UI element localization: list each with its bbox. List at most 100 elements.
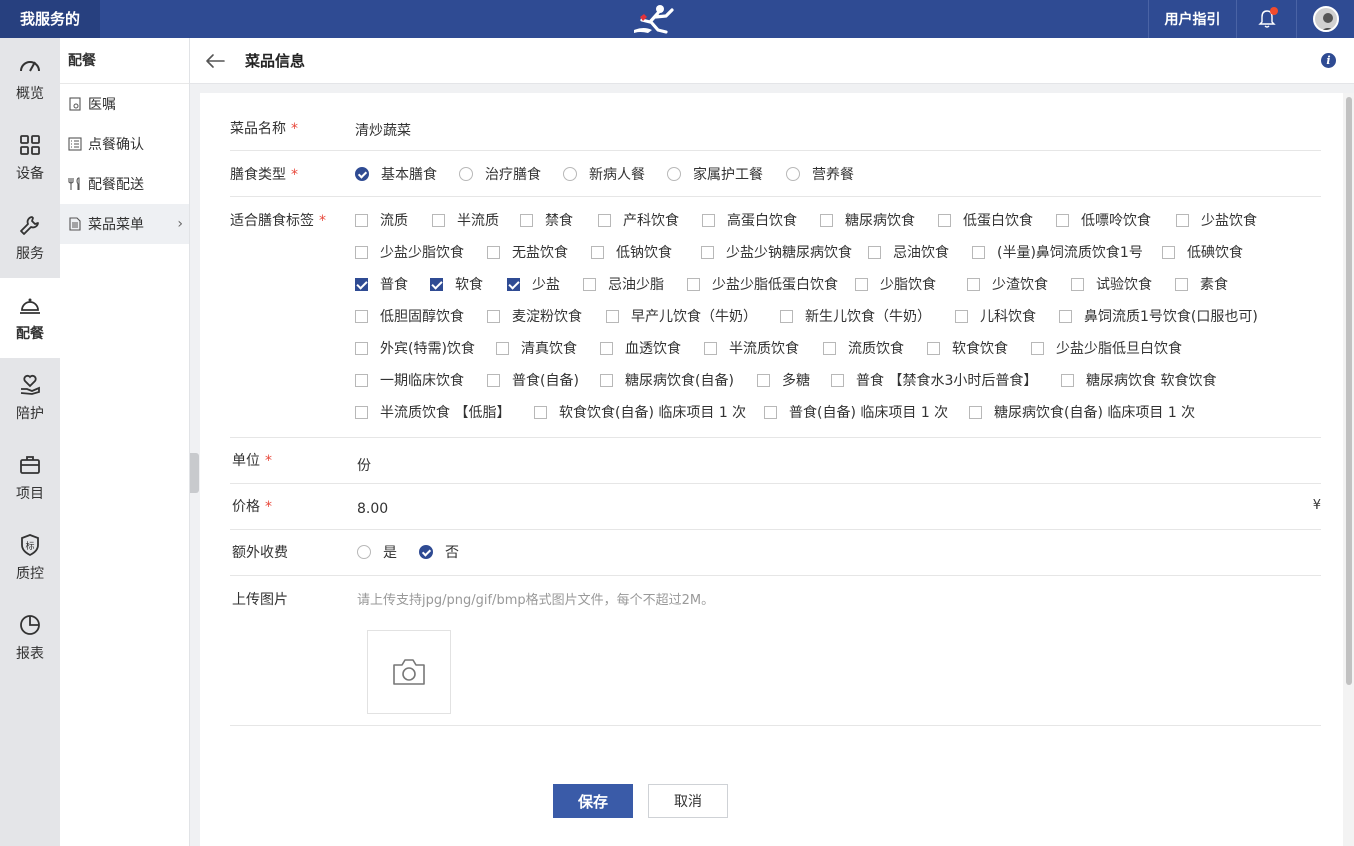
sub-item-delivery[interactable]: 配餐配送	[60, 164, 189, 204]
checkbox[interactable]	[831, 373, 844, 387]
nav-item-devices[interactable]: 设备	[0, 118, 60, 198]
checkbox[interactable]	[702, 213, 715, 227]
nav-item-care[interactable]: 陪护	[0, 358, 60, 438]
checkbox[interactable]	[430, 277, 443, 291]
save-button[interactable]: 保存	[553, 784, 633, 818]
checkbox[interactable]	[764, 405, 777, 419]
extra-fee-option[interactable]: 否	[419, 542, 459, 562]
checkbox[interactable]	[1162, 245, 1175, 259]
diet-type-option[interactable]: 营养餐	[786, 164, 854, 184]
diet-tag-option[interactable]: 普食(自备)	[487, 370, 579, 390]
checkbox[interactable]	[823, 341, 836, 355]
diet-tag-option[interactable]: 糖尿病饮食	[820, 210, 915, 230]
checkbox[interactable]	[487, 309, 500, 323]
checkbox[interactable]	[487, 245, 500, 259]
nav-item-reports[interactable]: 报表	[0, 598, 60, 678]
diet-type-option[interactable]: 家属护工餐	[667, 164, 763, 184]
diet-tag-option[interactable]: 低碘饮食	[1162, 242, 1243, 262]
radio-button[interactable]	[419, 545, 433, 559]
diet-tag-option[interactable]: 鼻饲流质1号饮食(口服也可)	[1059, 306, 1258, 326]
checkbox[interactable]	[600, 341, 613, 355]
diet-tag-option[interactable]: 糖尿病饮食(自备) 临床项目 1 次	[969, 402, 1195, 422]
sidebar-collapse-handle[interactable]	[190, 453, 199, 493]
diet-tag-option[interactable]: 多糖	[757, 370, 810, 390]
diet-tag-option[interactable]: 禁食	[520, 210, 573, 230]
diet-tag-option[interactable]: 素食	[1175, 274, 1228, 294]
diet-tag-option[interactable]: 新生儿饮食（牛奶）	[780, 306, 931, 326]
checkbox[interactable]	[1031, 341, 1044, 355]
checkbox[interactable]	[355, 245, 368, 259]
checkbox[interactable]	[1059, 309, 1072, 323]
checkbox[interactable]	[1056, 213, 1069, 227]
diet-tag-option[interactable]: 外宾(特需)饮食	[355, 338, 475, 358]
sub-item-orders[interactable]: 医嘱	[60, 84, 189, 124]
diet-type-option[interactable]: 新病人餐	[563, 164, 645, 184]
diet-tag-option[interactable]: 软食饮食(自备) 临床项目 1 次	[534, 402, 746, 422]
diet-tag-option[interactable]: 少盐少钠糖尿病饮食	[701, 242, 852, 262]
diet-tag-option[interactable]: 少盐	[507, 274, 560, 294]
diet-tag-option[interactable]: 半流质	[432, 210, 499, 230]
checkbox[interactable]	[1071, 277, 1084, 291]
price-field[interactable]: 8.00	[357, 501, 388, 517]
checkbox[interactable]	[938, 213, 951, 227]
checkbox[interactable]	[1176, 213, 1189, 227]
diet-tag-option[interactable]: 糖尿病饮食(自备)	[600, 370, 734, 390]
checkbox[interactable]	[969, 405, 982, 419]
checkbox[interactable]	[606, 309, 619, 323]
name-field[interactable]: 清炒蔬菜	[355, 120, 411, 140]
checkbox[interactable]	[598, 213, 611, 227]
checkbox[interactable]	[600, 373, 613, 387]
sub-item-menu[interactable]: 菜品菜单 ›	[60, 204, 189, 244]
diet-tag-option[interactable]: 血透饮食	[600, 338, 681, 358]
checkbox[interactable]	[1061, 373, 1074, 387]
diet-tag-option[interactable]: 流质	[355, 210, 408, 230]
diet-tag-option[interactable]: 产科饮食	[598, 210, 679, 230]
checkbox[interactable]	[868, 245, 881, 259]
diet-tag-option[interactable]: 半流质饮食 【低脂】	[355, 402, 510, 422]
nav-item-projects[interactable]: 项目	[0, 438, 60, 518]
radio-button[interactable]	[357, 545, 371, 559]
checkbox[interactable]	[855, 277, 868, 291]
diet-tag-option[interactable]: 少渣饮食	[967, 274, 1048, 294]
checkbox[interactable]	[955, 309, 968, 323]
checkbox[interactable]	[355, 341, 368, 355]
checkbox[interactable]	[507, 277, 520, 291]
diet-tag-option[interactable]: (半量)鼻饲流质饮食1号	[972, 242, 1143, 262]
checkbox[interactable]	[780, 309, 793, 323]
content-scrollbar[interactable]	[1343, 93, 1354, 846]
diet-tag-option[interactable]: 少盐饮食	[1176, 210, 1257, 230]
checkbox[interactable]	[701, 245, 714, 259]
diet-tag-option[interactable]: 低蛋白饮食	[938, 210, 1033, 230]
diet-tag-option[interactable]: 少盐少脂饮食	[355, 242, 464, 262]
checkbox[interactable]	[355, 373, 368, 387]
checkbox[interactable]	[1175, 277, 1188, 291]
diet-tag-option[interactable]: 清真饮食	[496, 338, 577, 358]
nav-item-meal[interactable]: 配餐	[0, 278, 60, 358]
checkbox[interactable]	[591, 245, 604, 259]
checkbox[interactable]	[972, 245, 985, 259]
user-guide-link[interactable]: 用户指引	[1148, 0, 1236, 38]
checkbox[interactable]	[355, 277, 368, 291]
diet-tag-option[interactable]: 忌油少脂	[583, 274, 664, 294]
nav-item-service[interactable]: 服务	[0, 198, 60, 278]
checkbox[interactable]	[927, 341, 940, 355]
nav-item-quality[interactable]: 标 质控	[0, 518, 60, 598]
diet-tag-option[interactable]: 低钠饮食	[591, 242, 672, 262]
diet-tag-option[interactable]: 一期临床饮食	[355, 370, 464, 390]
diet-tag-option[interactable]: 早产儿饮食（牛奶）	[606, 306, 757, 326]
checkbox[interactable]	[583, 277, 596, 291]
extra-fee-option[interactable]: 是	[357, 542, 397, 562]
checkbox[interactable]	[687, 277, 700, 291]
diet-tag-option[interactable]: 低胆固醇饮食	[355, 306, 464, 326]
diet-tag-option[interactable]: 流质饮食	[823, 338, 904, 358]
radio-button[interactable]	[459, 167, 473, 181]
info-icon[interactable]: i	[1321, 53, 1336, 68]
checkbox[interactable]	[704, 341, 717, 355]
checkbox[interactable]	[355, 213, 368, 227]
notification-button[interactable]	[1236, 0, 1296, 38]
user-avatar-button[interactable]	[1296, 0, 1354, 38]
diet-tag-option[interactable]: 高蛋白饮食	[702, 210, 797, 230]
image-upload-box[interactable]	[367, 630, 451, 714]
checkbox[interactable]	[967, 277, 980, 291]
radio-button[interactable]	[563, 167, 577, 181]
